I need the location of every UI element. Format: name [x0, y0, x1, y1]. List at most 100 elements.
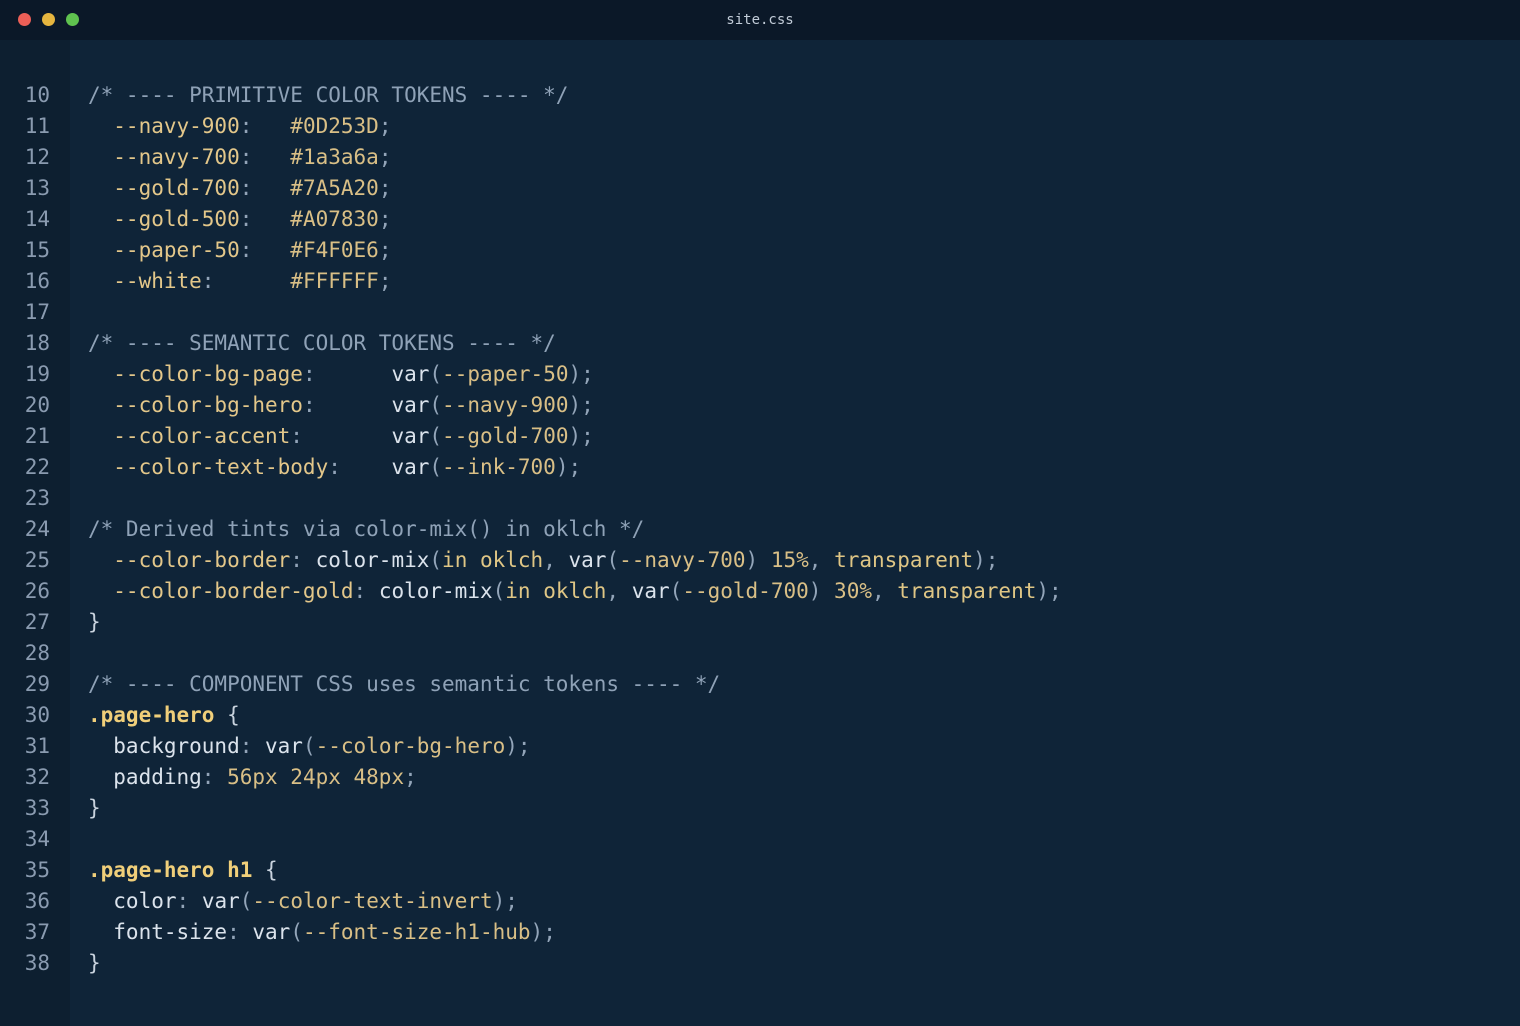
code-token: :	[353, 579, 379, 603]
line-number: 26	[24, 579, 50, 603]
window-title: site.css	[726, 12, 794, 28]
code-token: :	[239, 145, 291, 169]
code-token: );	[530, 920, 556, 944]
code-token: --font-size-h1-hub	[302, 920, 531, 944]
code-token: {	[252, 858, 278, 882]
code-line[interactable]: 25 --color-border: color-mix(in oklch, v…	[0, 545, 1520, 576]
code-token: :	[328, 455, 392, 479]
editor-window: site.css 10 /* ---- PRIMITIVE COLOR TOKEN…	[0, 0, 1520, 1026]
code-text: --navy-900: #0D253D;	[88, 111, 391, 142]
code-line[interactable]: 32 padding: 56px 24px 48px;	[0, 762, 1520, 793]
code-token: 56px 24px 48px	[227, 765, 405, 789]
code-line[interactable]: 26 --color-border-gold: color-mix(in okl…	[0, 576, 1520, 607]
code-line[interactable]: 12 --navy-700: #1a3a6a;	[0, 142, 1520, 173]
code-token: :	[239, 734, 266, 758]
code-line[interactable]: 20 --color-bg-hero: var(--navy-900);	[0, 390, 1520, 421]
code-text: }	[88, 793, 101, 824]
code-token: --navy-900	[442, 393, 569, 417]
code-line[interactable]: 21 --color-accent: var(--gold-700);	[0, 421, 1520, 452]
code-token: ,	[871, 579, 898, 603]
code-token: :	[290, 424, 392, 448]
code-line[interactable]: 27}	[0, 607, 1520, 638]
code-token: :	[290, 548, 316, 572]
code-line[interactable]: 14 --gold-500: #A07830;	[0, 204, 1520, 235]
code-token: );	[568, 362, 594, 386]
code-text: --paper-50: #F4F0E6;	[88, 235, 391, 266]
code-text: /* ---- PRIMITIVE COLOR TOKENS ---- */	[88, 80, 568, 111]
code-line[interactable]: 19 --color-bg-page: var(--paper-50);	[0, 359, 1520, 390]
code-token: ;	[378, 114, 392, 138]
code-text: color: var(--color-text-invert);	[88, 886, 518, 917]
code-token: --color-border-gold	[88, 579, 354, 603]
code-text: --color-text-body: var(--ink-700);	[88, 452, 581, 483]
code-line[interactable]: 22 --color-text-body: var(--ink-700);	[0, 452, 1520, 483]
code-line[interactable]: 31 background: var(--color-bg-hero);	[0, 731, 1520, 762]
code-text: /* Derived tints via color-mix() in oklc…	[88, 514, 644, 545]
code-token: transparent	[834, 548, 974, 572]
code-token: );	[568, 393, 594, 417]
code-token: );	[492, 889, 518, 913]
line-number: 38	[24, 951, 50, 975]
code-token: --gold-700	[88, 176, 240, 200]
code-token: color-mix	[315, 548, 430, 572]
code-line[interactable]: 18 /* ---- SEMANTIC COLOR TOKENS ---- */	[0, 328, 1520, 359]
code-token: ;	[378, 269, 392, 293]
code-token: --gold-700	[442, 424, 569, 448]
code-token: color-mix	[378, 579, 493, 603]
line-number: 17	[24, 300, 50, 324]
code-text: .page-hero h1 {	[88, 855, 278, 886]
code-line[interactable]: 29 /* ---- COMPONENT CSS uses semantic to…	[0, 669, 1520, 700]
code-token: /* Derived tints via color-mix() in oklc…	[88, 517, 645, 541]
code-token: (	[302, 734, 316, 758]
code-line[interactable]: 17	[0, 297, 1520, 328]
code-token: :	[201, 269, 291, 293]
code-token: var	[252, 920, 291, 944]
code-text: }	[88, 948, 101, 979]
code-token: ,	[808, 548, 835, 572]
code-line[interactable]: 24 /* Derived tints via color-mix() in ok…	[0, 514, 1520, 545]
code-token: :	[239, 114, 291, 138]
code-token: );	[1036, 579, 1062, 603]
code-token: (	[492, 579, 506, 603]
code-text: /* ---- SEMANTIC COLOR TOKENS ---- */	[88, 328, 556, 359]
code-token: (	[429, 424, 443, 448]
code-line[interactable]: 28	[0, 638, 1520, 669]
line-number: 15	[24, 238, 50, 262]
code-line[interactable]: 23	[0, 483, 1520, 514]
code-line[interactable]: 33}	[0, 793, 1520, 824]
code-line[interactable]: 15 --paper-50: #F4F0E6;	[0, 235, 1520, 266]
code-token: #1a3a6a	[290, 145, 379, 169]
code-line[interactable]: 11 --navy-900: #0D253D;	[0, 111, 1520, 142]
code-text: background: var(--color-bg-hero);	[88, 731, 531, 762]
code-line[interactable]: 30 .page-hero {	[0, 700, 1520, 731]
code-line[interactable]: 13 --gold-700: #7A5A20;	[0, 173, 1520, 204]
code-token: --color-border	[88, 548, 291, 572]
code-token: var	[265, 734, 303, 758]
code-text: --color-border-gold: color-mix(in oklch,…	[88, 576, 1062, 607]
code-token: );	[505, 734, 531, 758]
code-token: (	[429, 393, 443, 417]
code-token: /* ---- SEMANTIC COLOR TOKENS ---- */	[88, 331, 556, 355]
line-number: 14	[24, 207, 50, 231]
code-line[interactable]: 38}	[0, 948, 1520, 979]
code-text: .page-hero {	[88, 700, 240, 731]
code-token: :	[239, 176, 291, 200]
code-token: var	[568, 548, 607, 572]
code-token: color	[88, 889, 177, 913]
code-token: --color-text-body	[88, 455, 329, 479]
line-number: 24	[24, 517, 50, 541]
code-token: :	[176, 889, 202, 913]
code-editor[interactable]: 10 /* ---- PRIMITIVE COLOR TOKENS ---- */…	[0, 80, 1520, 979]
code-line[interactable]: 16 --white: #FFFFFF;	[0, 266, 1520, 297]
code-line[interactable]: 35 .page-hero h1 {	[0, 855, 1520, 886]
code-text: --color-border: color-mix(in oklch, var(…	[88, 545, 998, 576]
code-line[interactable]: 37 font-size: var(--font-size-h1-hub);	[0, 917, 1520, 948]
code-token: --color-bg-hero	[315, 734, 506, 758]
code-token: );	[568, 424, 594, 448]
line-number: 18	[24, 331, 50, 355]
code-token: in oklch	[505, 579, 607, 603]
code-line[interactable]: 10 /* ---- PRIMITIVE COLOR TOKENS ---- */	[0, 80, 1520, 111]
code-line[interactable]: 34	[0, 824, 1520, 855]
code-token: (	[669, 579, 683, 603]
code-line[interactable]: 36 color: var(--color-text-invert);	[0, 886, 1520, 917]
